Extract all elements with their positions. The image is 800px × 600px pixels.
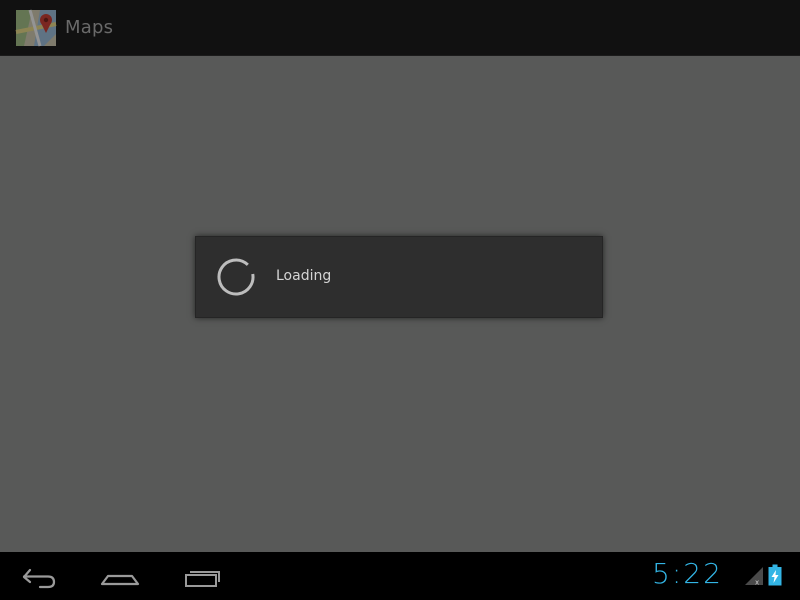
system-navigation-bar: 5:22 x [0, 552, 800, 600]
signal-no-service-icon: x [744, 566, 764, 587]
loading-message: Loading [276, 268, 332, 284]
app-title: Maps [65, 17, 114, 38]
recent-apps-icon[interactable] [174, 560, 230, 592]
home-icon[interactable] [92, 560, 148, 592]
action-bar: Maps [0, 0, 800, 56]
back-icon[interactable] [12, 560, 68, 592]
battery-charging-icon [768, 564, 782, 586]
progress-spinner-icon [216, 257, 256, 297]
svg-text:x: x [755, 579, 759, 587]
maps-app-icon[interactable] [14, 6, 58, 50]
status-clock: 5:22 [652, 557, 723, 590]
loading-dialog: Loading [195, 236, 603, 318]
